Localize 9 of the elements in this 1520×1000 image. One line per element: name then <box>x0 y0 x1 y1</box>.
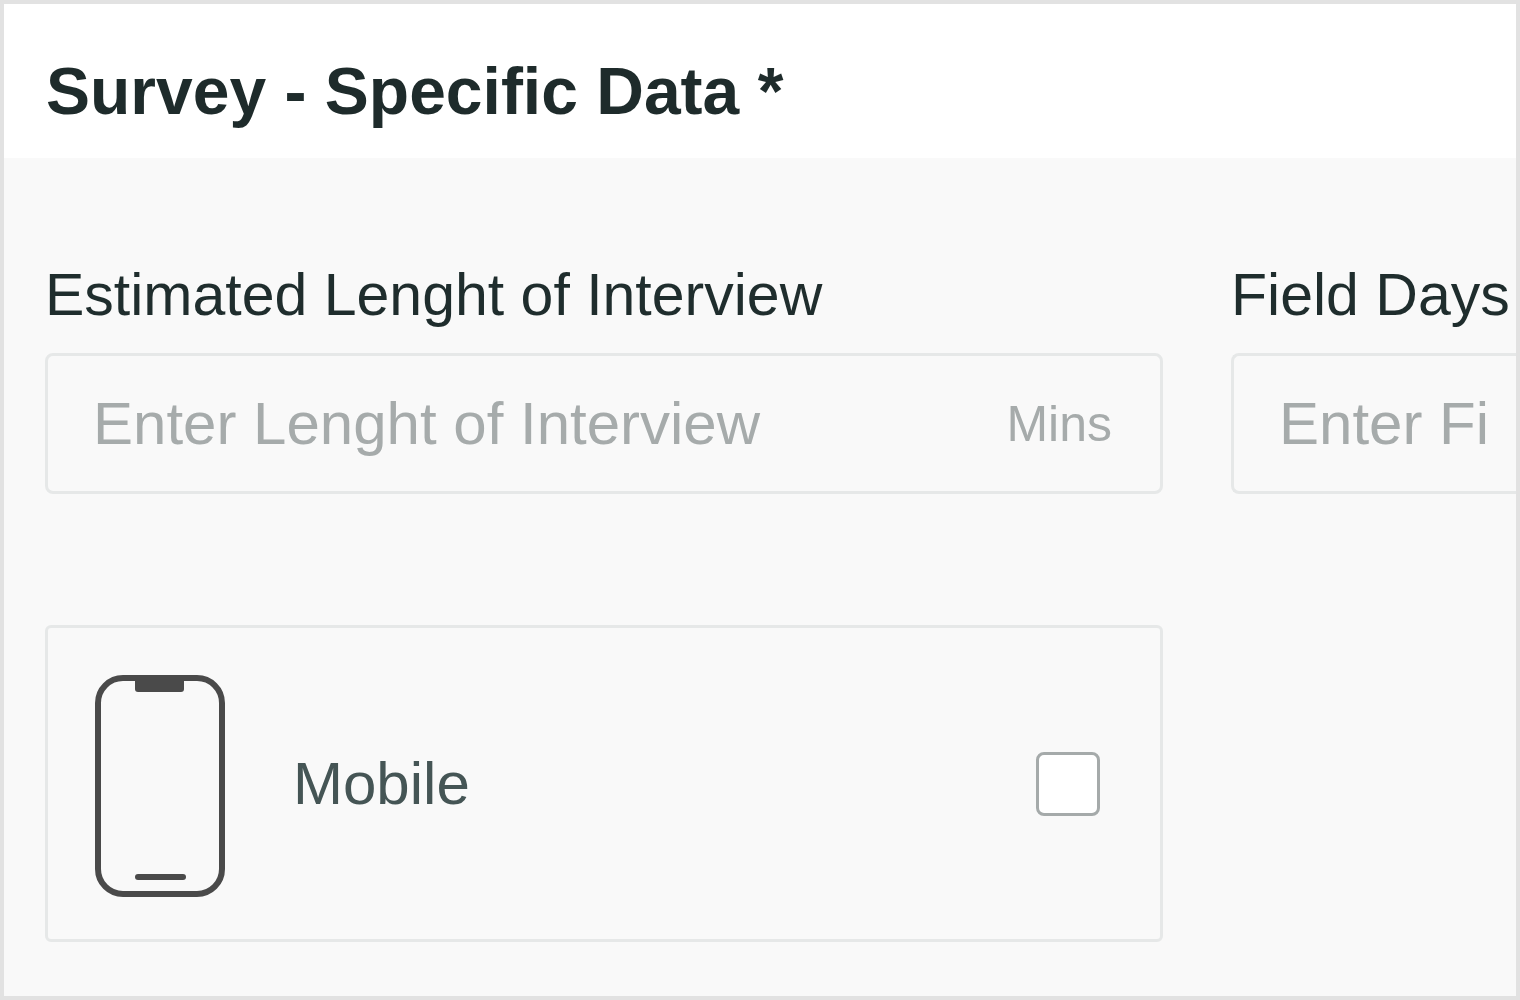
section-title: Survey - Specific Data * <box>46 53 784 130</box>
checkbox[interactable] <box>1036 751 1100 816</box>
unit-label: Mins <box>1006 394 1112 454</box>
option-label: Mobile <box>293 749 470 818</box>
field-label: Estimated Lenght of Interview <box>45 261 823 330</box>
phone-icon <box>95 675 225 897</box>
field-label: Field Days <box>1231 261 1510 330</box>
input-field[interactable]: Enter Fi <box>1231 353 1516 494</box>
option-card[interactable]: Mobile <box>45 625 1163 942</box>
